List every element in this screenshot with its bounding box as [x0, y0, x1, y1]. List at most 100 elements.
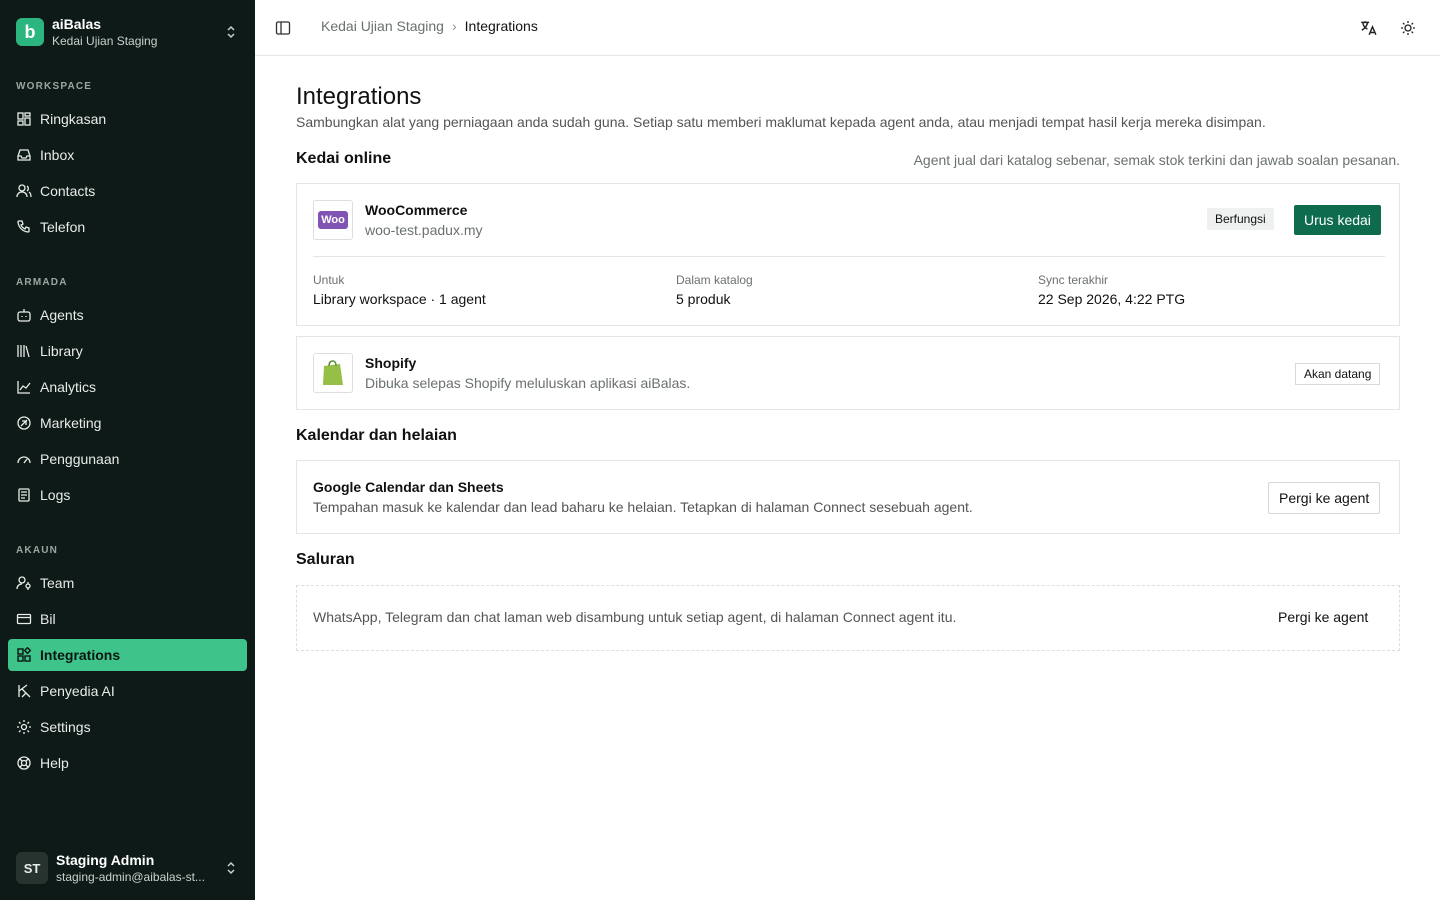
sidebar-item-label: Inbox — [40, 147, 75, 163]
lifebuoy-icon — [16, 755, 32, 771]
meta-value-for: Library workspace · 1 agent — [313, 291, 486, 307]
sidebar-item-label: Contacts — [40, 183, 96, 199]
woocommerce-url: woo-test.padux.my — [365, 222, 483, 238]
sidebar-item-label: Penggunaan — [40, 451, 120, 467]
sidebar-item-label: Logs — [40, 487, 71, 503]
meta-label-last-sync: Sync terakhir — [1038, 273, 1109, 287]
user-menu[interactable]: ST Staging Admin staging-admin@aibalas-s… — [8, 844, 247, 892]
sun-icon — [1401, 21, 1415, 35]
channels-panel: WhatsApp, Telegram dan chat laman web di… — [296, 585, 1400, 651]
language-button[interactable] — [1358, 18, 1378, 38]
meta-value-catalog: 5 produk — [676, 291, 731, 307]
integrations-icon — [16, 647, 32, 663]
sidebar-item-logs[interactable]: Logs — [8, 479, 247, 511]
section-heading-calendar: Kalendar dan helaian — [296, 427, 457, 444]
section-heading-online-store: Kedai online — [296, 150, 392, 167]
woocommerce-name: WooCommerce — [365, 202, 468, 218]
breadcrumb-current: Integrations — [464, 18, 538, 34]
sidebar-item-contacts[interactable]: Contacts — [8, 175, 247, 207]
credit-card-icon — [16, 611, 32, 627]
card-divider — [313, 256, 1385, 257]
woocommerce-card: Woo WooCommerce woo-test.padux.my Berfun… — [296, 183, 1400, 326]
meta-value-last-sync: 22 Sep 2026, 4:22 PTG — [1038, 291, 1186, 307]
sidebar-item-label: Team — [40, 575, 75, 591]
sidebar-item-label: Marketing — [40, 415, 102, 431]
dashboard-icon — [16, 111, 32, 127]
megaphone-icon — [16, 415, 32, 431]
sidebar-toggle-button[interactable] — [271, 16, 295, 40]
sidebar-item-label: Bil — [40, 611, 56, 627]
sidebar-item-penyedia-ai[interactable]: Penyedia AI — [8, 675, 247, 707]
library-icon — [16, 343, 32, 359]
sidebar-item-settings[interactable]: Settings — [8, 711, 247, 743]
workspace-text: aiBalas Kedai Ujian Staging — [52, 15, 223, 49]
sidebar-item-penggunaan[interactable]: Penggunaan — [8, 443, 247, 475]
logs-icon — [16, 487, 32, 503]
sidebar-item-agents[interactable]: Agents — [8, 299, 247, 331]
coming-soon-badge: Akan datang — [1295, 363, 1381, 385]
theme-toggle-button[interactable] — [1398, 18, 1418, 38]
sidebar: b aiBalas Kedai Ujian Staging WORKSPACE … — [0, 0, 255, 900]
sidebar-item-label: Analytics — [40, 379, 97, 395]
sidebar-item-label: Telefon — [40, 219, 86, 235]
sidebar-item-inbox[interactable]: Inbox — [8, 139, 247, 171]
shopify-description: Dibuka selepas Shopify meluluskan aplika… — [365, 375, 691, 391]
section-label-armada: ARMADA — [16, 277, 68, 288]
shopify-name: Shopify — [365, 355, 417, 371]
sidebar-item-help[interactable]: Help — [8, 747, 247, 779]
section-note-online-store: Agent jual dari katalog sebenar, semak s… — [913, 152, 1400, 168]
section-label-akaun: AKAUN — [16, 545, 59, 556]
ai-provider-icon — [16, 683, 32, 699]
user-email: staging-admin@aibalas-st... — [56, 870, 205, 884]
sidebar-item-label: Help — [40, 755, 69, 771]
go-to-agent-button[interactable]: Pergi ke agent — [1268, 482, 1381, 514]
contacts-icon — [16, 183, 32, 199]
page-subtitle: Sambungkan alat yang perniagaan anda sud… — [296, 114, 1266, 130]
chart-line-icon — [16, 379, 32, 395]
avatar: ST — [16, 852, 48, 884]
breadcrumb-parent[interactable]: Kedai Ujian Staging — [321, 18, 444, 34]
google-calendar-title: Google Calendar dan Sheets — [313, 479, 504, 495]
inbox-icon — [16, 147, 32, 163]
sidebar-item-ringkasan[interactable]: Ringkasan — [8, 103, 247, 135]
google-calendar-card: Google Calendar dan Sheets Tempahan masu… — [296, 460, 1400, 534]
workspace-logo: b — [16, 18, 44, 46]
sidebar-item-marketing[interactable]: Marketing — [8, 407, 247, 439]
breadcrumb: Kedai Ujian Staging › Integrations — [321, 18, 538, 34]
sidebar-item-bil[interactable]: Bil — [8, 603, 247, 635]
sidebar-item-label: Agents — [40, 307, 84, 323]
sidebar-item-analytics[interactable]: Analytics — [8, 371, 247, 403]
phone-icon — [16, 219, 32, 235]
meta-label-for: Untuk — [313, 273, 345, 287]
chevrons-up-down-icon — [227, 25, 235, 39]
workspace-switcher[interactable]: b aiBalas Kedai Ujian Staging — [8, 8, 247, 56]
section-label-workspace: WORKSPACE — [16, 81, 93, 92]
channels-description: WhatsApp, Telegram dan chat laman web di… — [313, 609, 957, 625]
meta-label-catalog: Dalam katalog — [676, 273, 753, 287]
status-badge: Berfungsi — [1207, 208, 1274, 230]
workspace-name: aiBalas — [52, 16, 102, 32]
user-text: Staging Admin staging-admin@aibalas-st..… — [56, 851, 223, 885]
woo-logo-icon: Woo — [318, 211, 348, 229]
bot-icon — [16, 307, 32, 323]
manage-store-button[interactable]: Urus kedai — [1294, 205, 1381, 235]
sidebar-item-telefon[interactable]: Telefon — [8, 211, 247, 243]
user-name: Staging Admin — [56, 852, 155, 868]
sidebar-item-label: Integrations — [40, 647, 121, 663]
shopify-card: Shopify Dibuka selepas Shopify meluluska… — [296, 336, 1400, 410]
sidebar-item-library[interactable]: Library — [8, 335, 247, 367]
gear-icon — [16, 719, 32, 735]
breadcrumb-separator: › — [451, 18, 457, 34]
page-title: Integrations — [296, 83, 422, 110]
team-icon — [16, 575, 32, 591]
shopify-bag-icon — [323, 360, 343, 385]
panel-left-icon — [275, 21, 291, 35]
sidebar-item-team[interactable]: Team — [8, 567, 247, 599]
sidebar-item-label: Library — [40, 343, 83, 359]
sidebar-item-integrations[interactable]: Integrations — [8, 639, 247, 671]
sidebar-item-label: Settings — [40, 719, 91, 735]
channels-go-to-agent-link[interactable]: Pergi ke agent — [1278, 609, 1368, 625]
google-calendar-description: Tempahan masuk ke kalendar dan lead baha… — [313, 499, 973, 515]
shopify-logo — [313, 353, 353, 393]
top-bar: Kedai Ujian Staging › Integrations — [255, 0, 1440, 56]
